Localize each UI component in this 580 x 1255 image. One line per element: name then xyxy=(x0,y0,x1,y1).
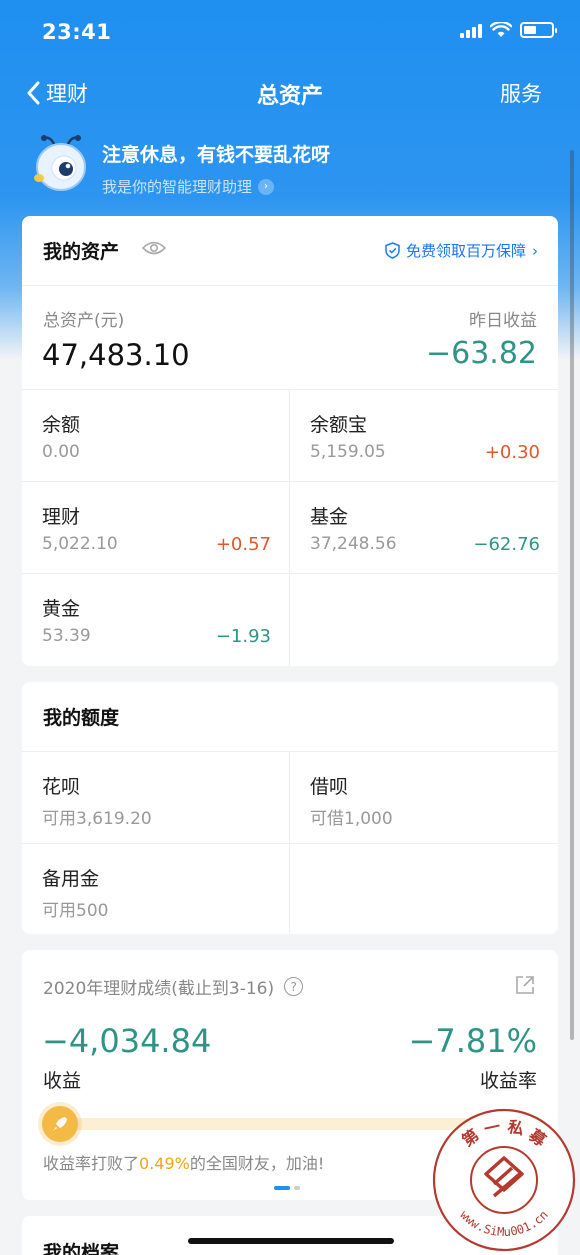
eye-icon[interactable] xyxy=(142,240,166,256)
asset-name: 余额宝 xyxy=(310,414,368,436)
asset-item-gold[interactable]: 黄金 53.39 −1.93 xyxy=(22,574,290,666)
credit-value: 可借1,000 xyxy=(310,809,393,829)
asset-name: 余额 xyxy=(42,414,81,436)
total-assets-value: 47,483.10 xyxy=(42,338,190,372)
profit-label: 收益 xyxy=(43,1070,82,1092)
credit-title: 我的额度 xyxy=(43,707,120,729)
assets-card: 我的资产 免费领取百万保障 › 总资产(元) 47,483.10 昨日收益 −6… xyxy=(22,216,558,666)
shield-icon xyxy=(385,242,400,259)
asset-item-empty xyxy=(290,574,558,666)
nav-bar: 理财 总资产 服务 xyxy=(0,66,580,120)
total-assets-row: 总资产(元) 47,483.10 昨日收益 −63.82 xyxy=(22,286,558,390)
credit-name: 备用金 xyxy=(42,868,100,890)
credit-card: 我的额度 花呗 可用3,619.20 借呗 可借1,000 备用金 可用500 xyxy=(22,682,558,934)
asset-change: −62.76 xyxy=(473,534,540,555)
guarantee-link[interactable]: 免费领取百万保障 › xyxy=(385,240,538,261)
share-icon[interactable] xyxy=(514,974,536,996)
ant-mascot-icon xyxy=(30,132,92,194)
page-indicator xyxy=(274,1186,300,1190)
asset-value: 53.39 xyxy=(42,626,91,646)
asset-item-balance[interactable]: 余额 0.00 xyxy=(22,390,290,482)
chevron-right-icon: › xyxy=(258,178,275,195)
credit-value: 可用3,619.20 xyxy=(42,809,152,829)
total-assets-label: 总资产(元) xyxy=(43,311,125,331)
asset-change: +0.57 xyxy=(215,534,271,555)
cellular-signal-icon xyxy=(460,22,482,38)
asset-name: 黄金 xyxy=(42,598,81,620)
chevron-left-icon xyxy=(27,81,40,105)
yesterday-income-label: 昨日收益 xyxy=(469,311,537,331)
wifi-icon xyxy=(490,22,512,37)
credit-value: 可用500 xyxy=(42,901,109,921)
asset-item-yuebao[interactable]: 余额宝 5,159.05 +0.30 xyxy=(290,390,558,482)
asset-value: 5,022.10 xyxy=(42,534,118,554)
status-bar: 23:41 xyxy=(0,0,580,66)
status-time: 23:41 xyxy=(42,20,112,44)
help-icon[interactable]: ? xyxy=(284,977,304,996)
yesterday-income-value: −63.82 xyxy=(425,336,537,371)
back-label: 理财 xyxy=(46,82,88,106)
rocket-icon xyxy=(42,1106,78,1142)
rate-label: 收益率 xyxy=(479,1070,537,1092)
credit-name: 花呗 xyxy=(42,776,81,798)
archive-title: 我的档案 xyxy=(43,1242,120,1255)
rate-value: −7.81% xyxy=(408,1022,537,1060)
asset-change: +0.30 xyxy=(484,442,540,463)
credit-item-jiebei[interactable]: 借呗 可借1,000 xyxy=(290,752,558,844)
asset-change: −1.93 xyxy=(215,626,271,647)
beat-percent: 0.49% xyxy=(139,1154,190,1173)
asset-value: 0.00 xyxy=(42,442,80,462)
performance-title: 2020年理财成绩(截止到3-16) xyxy=(43,979,275,999)
asset-value: 5,159.05 xyxy=(310,442,386,462)
assistant-title: 注意休息，有钱不要乱花呀 xyxy=(102,144,331,166)
guarantee-label: 免费领取百万保障 xyxy=(405,242,526,260)
beat-suffix: 的全国财友，加油! xyxy=(189,1154,325,1173)
credit-item-empty xyxy=(290,844,558,934)
asset-name: 基金 xyxy=(310,506,349,528)
chevron-right-icon: › xyxy=(532,241,538,260)
credit-name: 借呗 xyxy=(310,776,349,798)
scrollbar[interactable] xyxy=(570,150,574,1040)
assistant-banner[interactable]: 注意休息，有钱不要乱花呀 我是你的智能理财助理 › xyxy=(30,132,550,202)
asset-item-wealth[interactable]: 理财 5,022.10 +0.57 xyxy=(22,482,290,574)
credit-item-huabei[interactable]: 花呗 可用3,619.20 xyxy=(22,752,290,844)
home-indicator[interactable] xyxy=(188,1238,394,1244)
credit-item-reserve[interactable]: 备用金 可用500 xyxy=(22,844,290,934)
beat-text: 收益率打败了0.49%的全国财友，加油! xyxy=(43,1150,324,1174)
assets-title: 我的资产 xyxy=(43,241,120,263)
profit-value: −4,034.84 xyxy=(42,1022,212,1060)
assistant-subtitle: 我是你的智能理财助理 xyxy=(102,178,253,196)
beat-prefix: 收益率打败了 xyxy=(43,1154,140,1173)
asset-value: 37,248.56 xyxy=(310,534,397,554)
service-button[interactable]: 服务 xyxy=(500,78,542,108)
status-icons xyxy=(460,22,557,38)
watermark-stamp: 第 一 私 募 www.SiMu001.cn xyxy=(432,1108,576,1252)
asset-item-fund[interactable]: 基金 37,248.56 −62.76 xyxy=(290,482,558,574)
battery-icon xyxy=(520,22,557,38)
back-button[interactable]: 理财 xyxy=(26,78,88,108)
asset-name: 理财 xyxy=(42,506,81,528)
